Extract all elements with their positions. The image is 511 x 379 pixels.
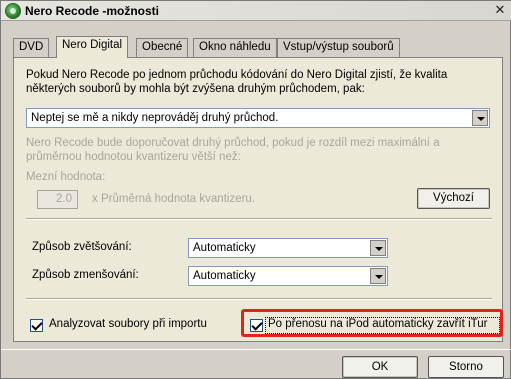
divider	[26, 298, 492, 300]
tab-nero-digital[interactable]: Nero Digital	[56, 36, 129, 58]
upscale-label: Způsob zvětšování:	[32, 241, 132, 253]
tab-dvd[interactable]: DVD	[13, 38, 50, 57]
chevron-down-icon[interactable]	[472, 110, 488, 126]
second-pass-mode-value: Neptej se mě a nikdy neprováděj druhý pr…	[31, 112, 279, 124]
default-button[interactable]: Výchozí	[417, 188, 490, 209]
tab-strip: DVD Nero Digital Obecné Okno náhledu Vst…	[13, 36, 503, 58]
chevron-down-icon[interactable]	[370, 268, 386, 284]
window-title: Nero Recode -možnosti	[25, 4, 160, 18]
divider	[26, 218, 492, 220]
ok-button[interactable]: OK	[342, 356, 418, 378]
limit-value-input[interactable]: 2.0	[37, 190, 78, 209]
limit-label: Mezní hodnota:	[26, 171, 106, 183]
intro-line-1: Pokud Nero Recode po jednom průchodu kód…	[26, 69, 448, 81]
nero-digital-panel: Pokud Nero Recode po jednom průchodu kód…	[13, 57, 503, 342]
close-icon[interactable]: ✕	[492, 3, 508, 18]
chevron-down-icon[interactable]	[370, 240, 386, 256]
cancel-button[interactable]: Storno	[428, 356, 504, 378]
tab-preview-window[interactable]: Okno náhledu	[193, 38, 277, 57]
nero-app-icon	[5, 3, 21, 19]
limit-suffix: x Průměrná hodnota kvantizeru.	[92, 193, 256, 205]
second-pass-intro: Pokud Nero Recode po jednom průchodu kód…	[26, 68, 486, 96]
tab-file-io[interactable]: Vstup/výstup souborů	[277, 38, 400, 57]
focus-rectangle	[265, 317, 500, 334]
title-bar[interactable]: Nero Recode -možnosti ✕	[1, 1, 511, 21]
checkbox-checked-icon[interactable]	[30, 319, 43, 332]
analyze-on-import-checkbox[interactable]: Analyzovat soubory při importu	[30, 318, 230, 334]
options-dialog: Nero Recode -možnosti ✕ DVD Nero Digital…	[0, 0, 511, 379]
upscale-value: Automaticky	[193, 242, 256, 254]
downscale-label: Způsob zmenšování:	[32, 269, 139, 281]
intro-line-2: některých souborů by mohla být zvýšena d…	[26, 83, 365, 95]
note-line-2: průměrnou hodnotou kvantizeru větší než:	[26, 151, 241, 163]
upscale-dropdown[interactable]: Automaticky	[188, 238, 388, 258]
second-pass-note: Nero Recode bude doporučovat druhý průch…	[26, 136, 486, 164]
downscale-value: Automaticky	[193, 270, 256, 282]
analyze-on-import-label: Analyzovat soubory při importu	[49, 318, 207, 330]
footer-divider	[1, 349, 511, 350]
second-pass-mode-dropdown[interactable]: Neptej se mě a nikdy neprováděj druhý pr…	[26, 108, 490, 128]
note-line-1: Nero Recode bude doporučovat druhý průch…	[26, 137, 440, 149]
tab-general[interactable]: Obecné	[136, 38, 189, 57]
downscale-dropdown[interactable]: Automaticky	[188, 266, 388, 286]
